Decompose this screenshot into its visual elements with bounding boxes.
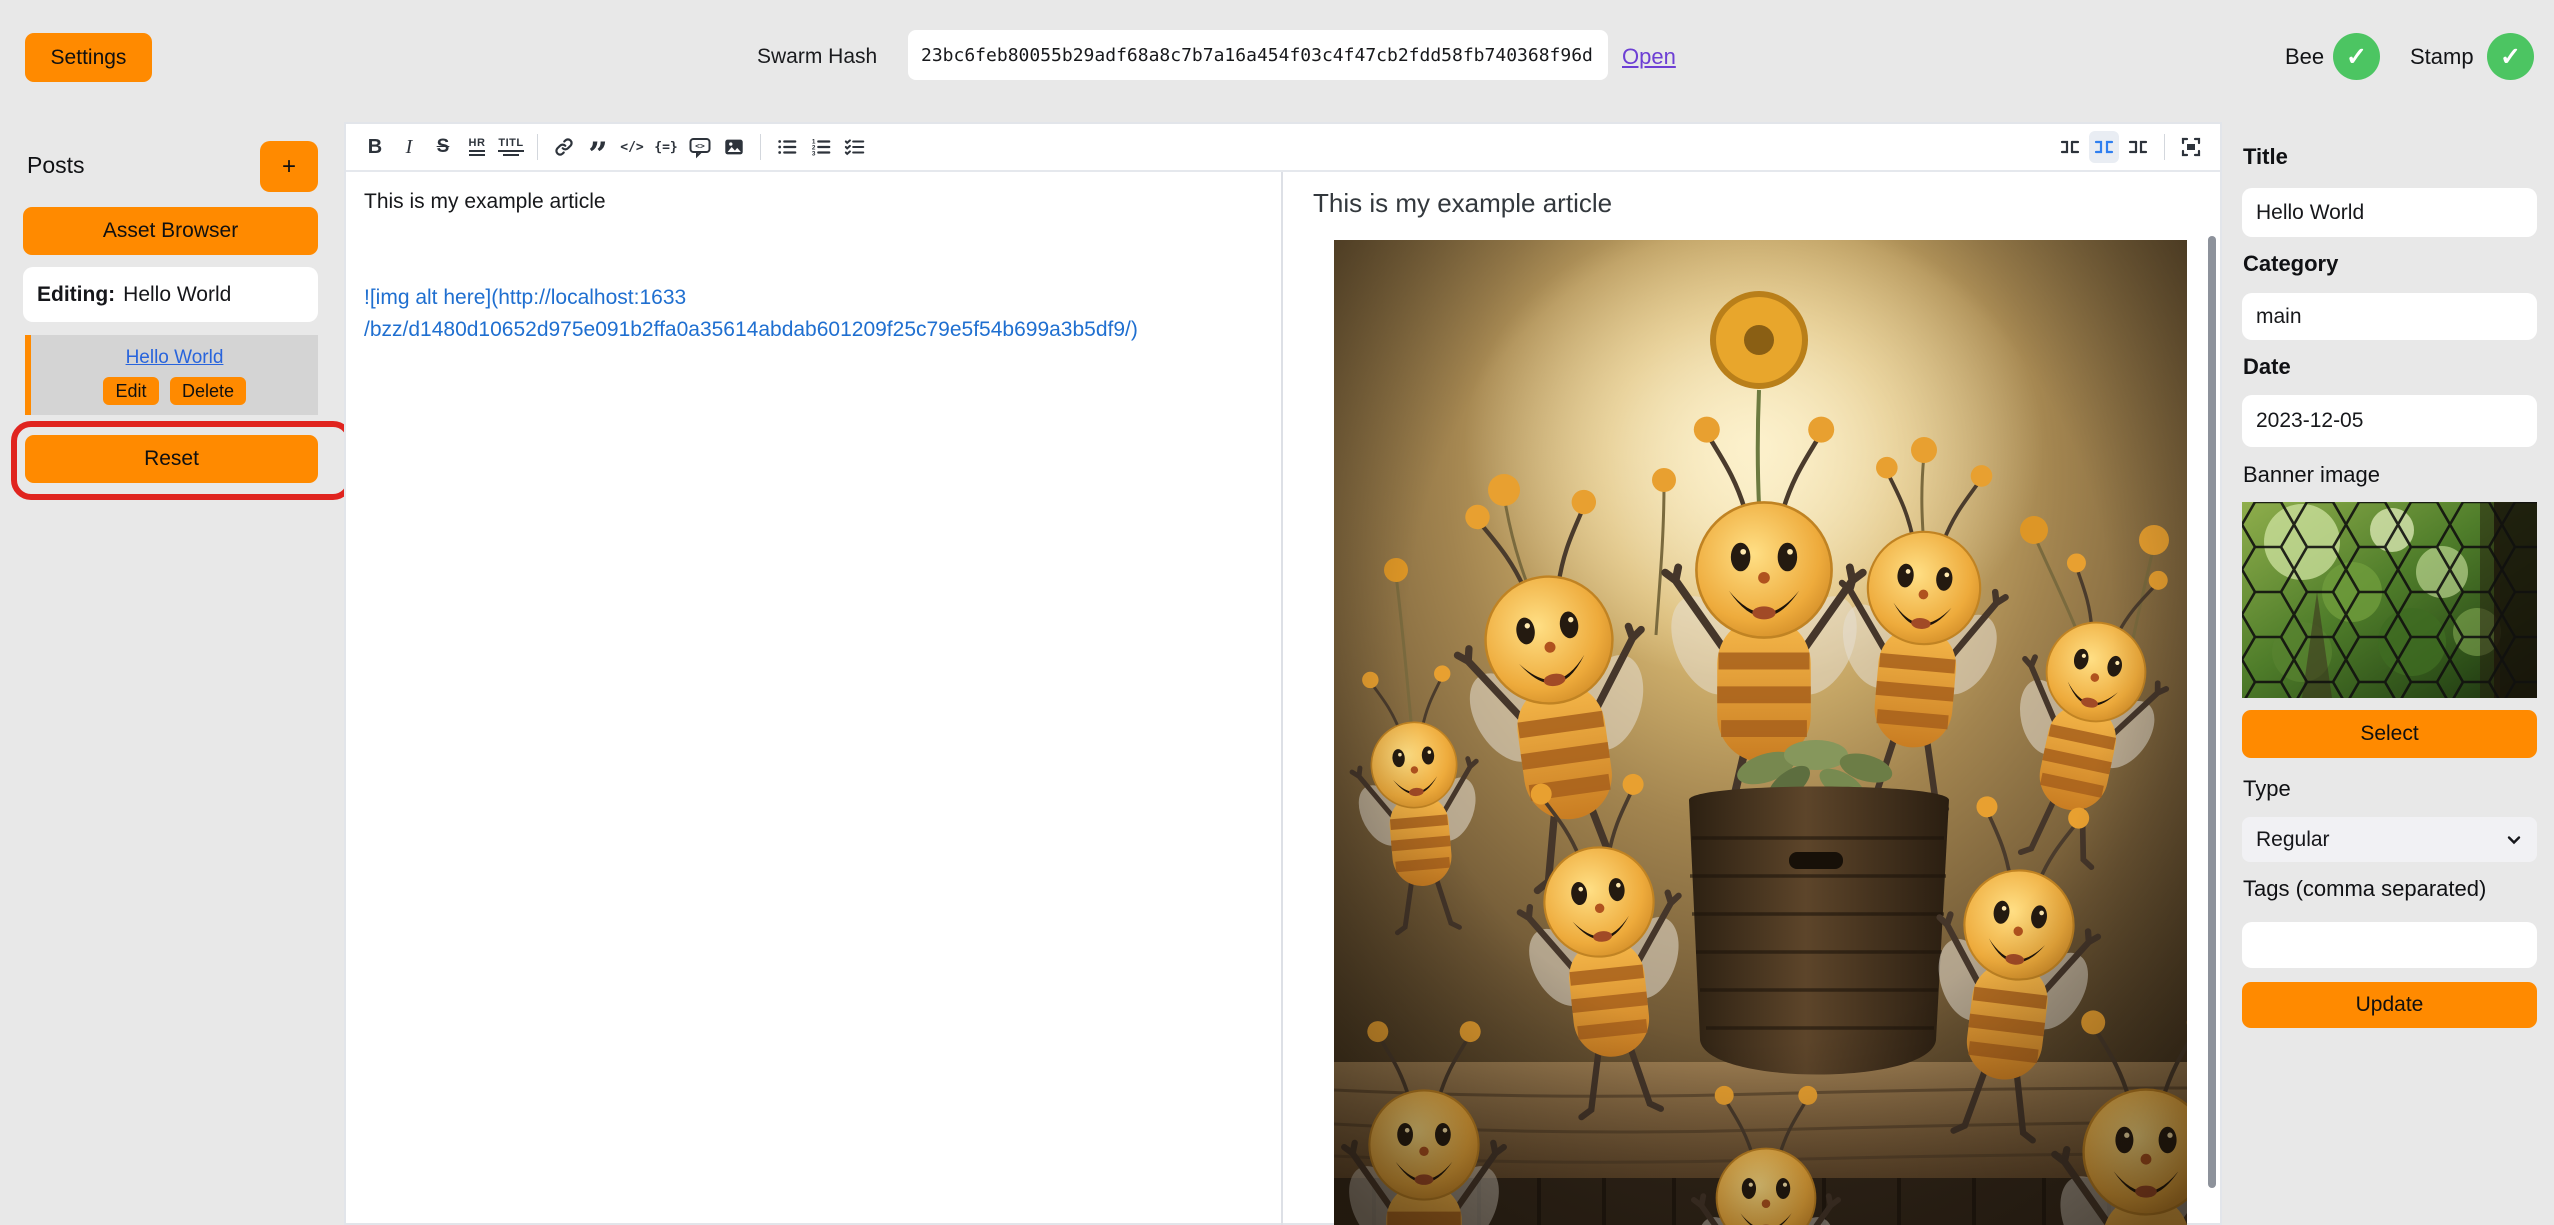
title-format-icon[interactable]: TITL <box>496 131 526 163</box>
bold-icon[interactable]: B <box>360 131 390 163</box>
code-block-icon[interactable]: {=} <box>651 131 681 163</box>
stamp-status-label: Stamp <box>2410 44 2474 70</box>
dancing-bees-illustration <box>1334 240 2187 1225</box>
italic-icon[interactable]: I <box>394 131 424 163</box>
markdown-source-editor[interactable]: This is my example article ![img alt her… <box>346 172 1283 1225</box>
bee-status-label: Bee <box>2285 44 2324 70</box>
title-label: Title <box>2243 144 2288 170</box>
category-input[interactable] <box>2242 293 2537 340</box>
svg-text:3: 3 <box>812 150 816 157</box>
link-icon[interactable] <box>549 131 579 163</box>
category-label: Category <box>2243 251 2338 277</box>
post-title-link[interactable]: Hello World <box>126 347 224 369</box>
preview-only-view-icon[interactable] <box>2123 131 2153 163</box>
title-input[interactable] <box>2242 188 2537 237</box>
inline-code-icon[interactable]: </> <box>617 131 647 163</box>
editing-prefix: Editing: <box>37 283 115 307</box>
reset-button[interactable]: Reset <box>25 435 318 483</box>
toolbar-divider <box>760 134 761 160</box>
toolbar-divider <box>2164 134 2165 160</box>
strikethrough-icon[interactable]: S <box>428 131 458 163</box>
posts-heading: Posts <box>27 152 85 179</box>
html-comment-icon[interactable]: <> <box>685 131 715 163</box>
editor-only-view-icon[interactable] <box>2055 131 2085 163</box>
date-input[interactable] <box>2242 395 2537 447</box>
stamp-check-icon: ✓ <box>2487 33 2534 80</box>
fullscreen-icon[interactable] <box>2176 131 2206 163</box>
preview-scrollbar[interactable] <box>2208 236 2216 1188</box>
preview-pane: This is my example article <box>1283 172 2220 1225</box>
chevron-down-icon <box>2505 831 2523 849</box>
preview-article-heading: This is my example article <box>1313 188 2220 219</box>
delete-post-button[interactable]: Delete <box>170 377 246 405</box>
banner-image-label: Banner image <box>2243 462 2380 488</box>
add-post-button[interactable]: + <box>260 141 318 192</box>
editing-indicator-card: Editing: Hello World <box>23 267 318 322</box>
tags-input[interactable] <box>2242 922 2537 968</box>
bee-check-icon: ✓ <box>2333 33 2380 80</box>
bullet-list-icon[interactable] <box>772 131 802 163</box>
blockquote-icon[interactable]: ” <box>583 123 613 171</box>
type-select-value: Regular <box>2256 828 2330 852</box>
settings-button[interactable]: Settings <box>25 33 152 82</box>
numbered-list-icon[interactable]: 1 2 3 <box>806 131 836 163</box>
type-label: Type <box>2243 776 2291 802</box>
editing-title: Hello World <box>123 283 231 307</box>
split-view-icon[interactable] <box>2089 131 2119 163</box>
editor-text-line: This is my example article <box>364 186 1263 218</box>
swarm-hash-label: Swarm Hash <box>757 45 877 69</box>
select-banner-button[interactable]: Select <box>2242 710 2537 758</box>
type-select[interactable]: Regular <box>2242 817 2537 862</box>
post-list-item: Hello World Edit Delete <box>25 335 318 415</box>
toolbar-divider <box>537 134 538 160</box>
update-button[interactable]: Update <box>2242 982 2537 1028</box>
asset-browser-button[interactable]: Asset Browser <box>23 207 318 255</box>
horizontal-rule-icon[interactable]: HR <box>462 131 492 163</box>
app-window: Settings Swarm Hash Open Bee ✓ Stamp ✓ P… <box>0 0 2554 1225</box>
post-actions: Edit Delete <box>103 377 246 405</box>
insert-image-icon[interactable] <box>719 131 749 163</box>
tags-label: Tags (comma separated) <box>2243 876 2486 902</box>
open-link[interactable]: Open <box>1622 44 1676 70</box>
swarm-hash-input[interactable] <box>908 30 1608 80</box>
date-label: Date <box>2243 354 2291 380</box>
editor-image-markdown: ![img alt here](http://localhost:1633 /b… <box>364 282 1263 346</box>
markdown-editor-panel: B I S HR TITL ” </> {=} <box>344 122 2222 1225</box>
banner-image-thumbnail <box>2242 502 2537 698</box>
editor-toolbar: B I S HR TITL ” </> {=} <box>346 124 2220 172</box>
edit-post-button[interactable]: Edit <box>103 377 159 405</box>
task-list-icon[interactable] <box>840 131 870 163</box>
svg-text:<>: <> <box>695 141 705 150</box>
editor-split-view: This is my example article ![img alt her… <box>346 172 2220 1225</box>
